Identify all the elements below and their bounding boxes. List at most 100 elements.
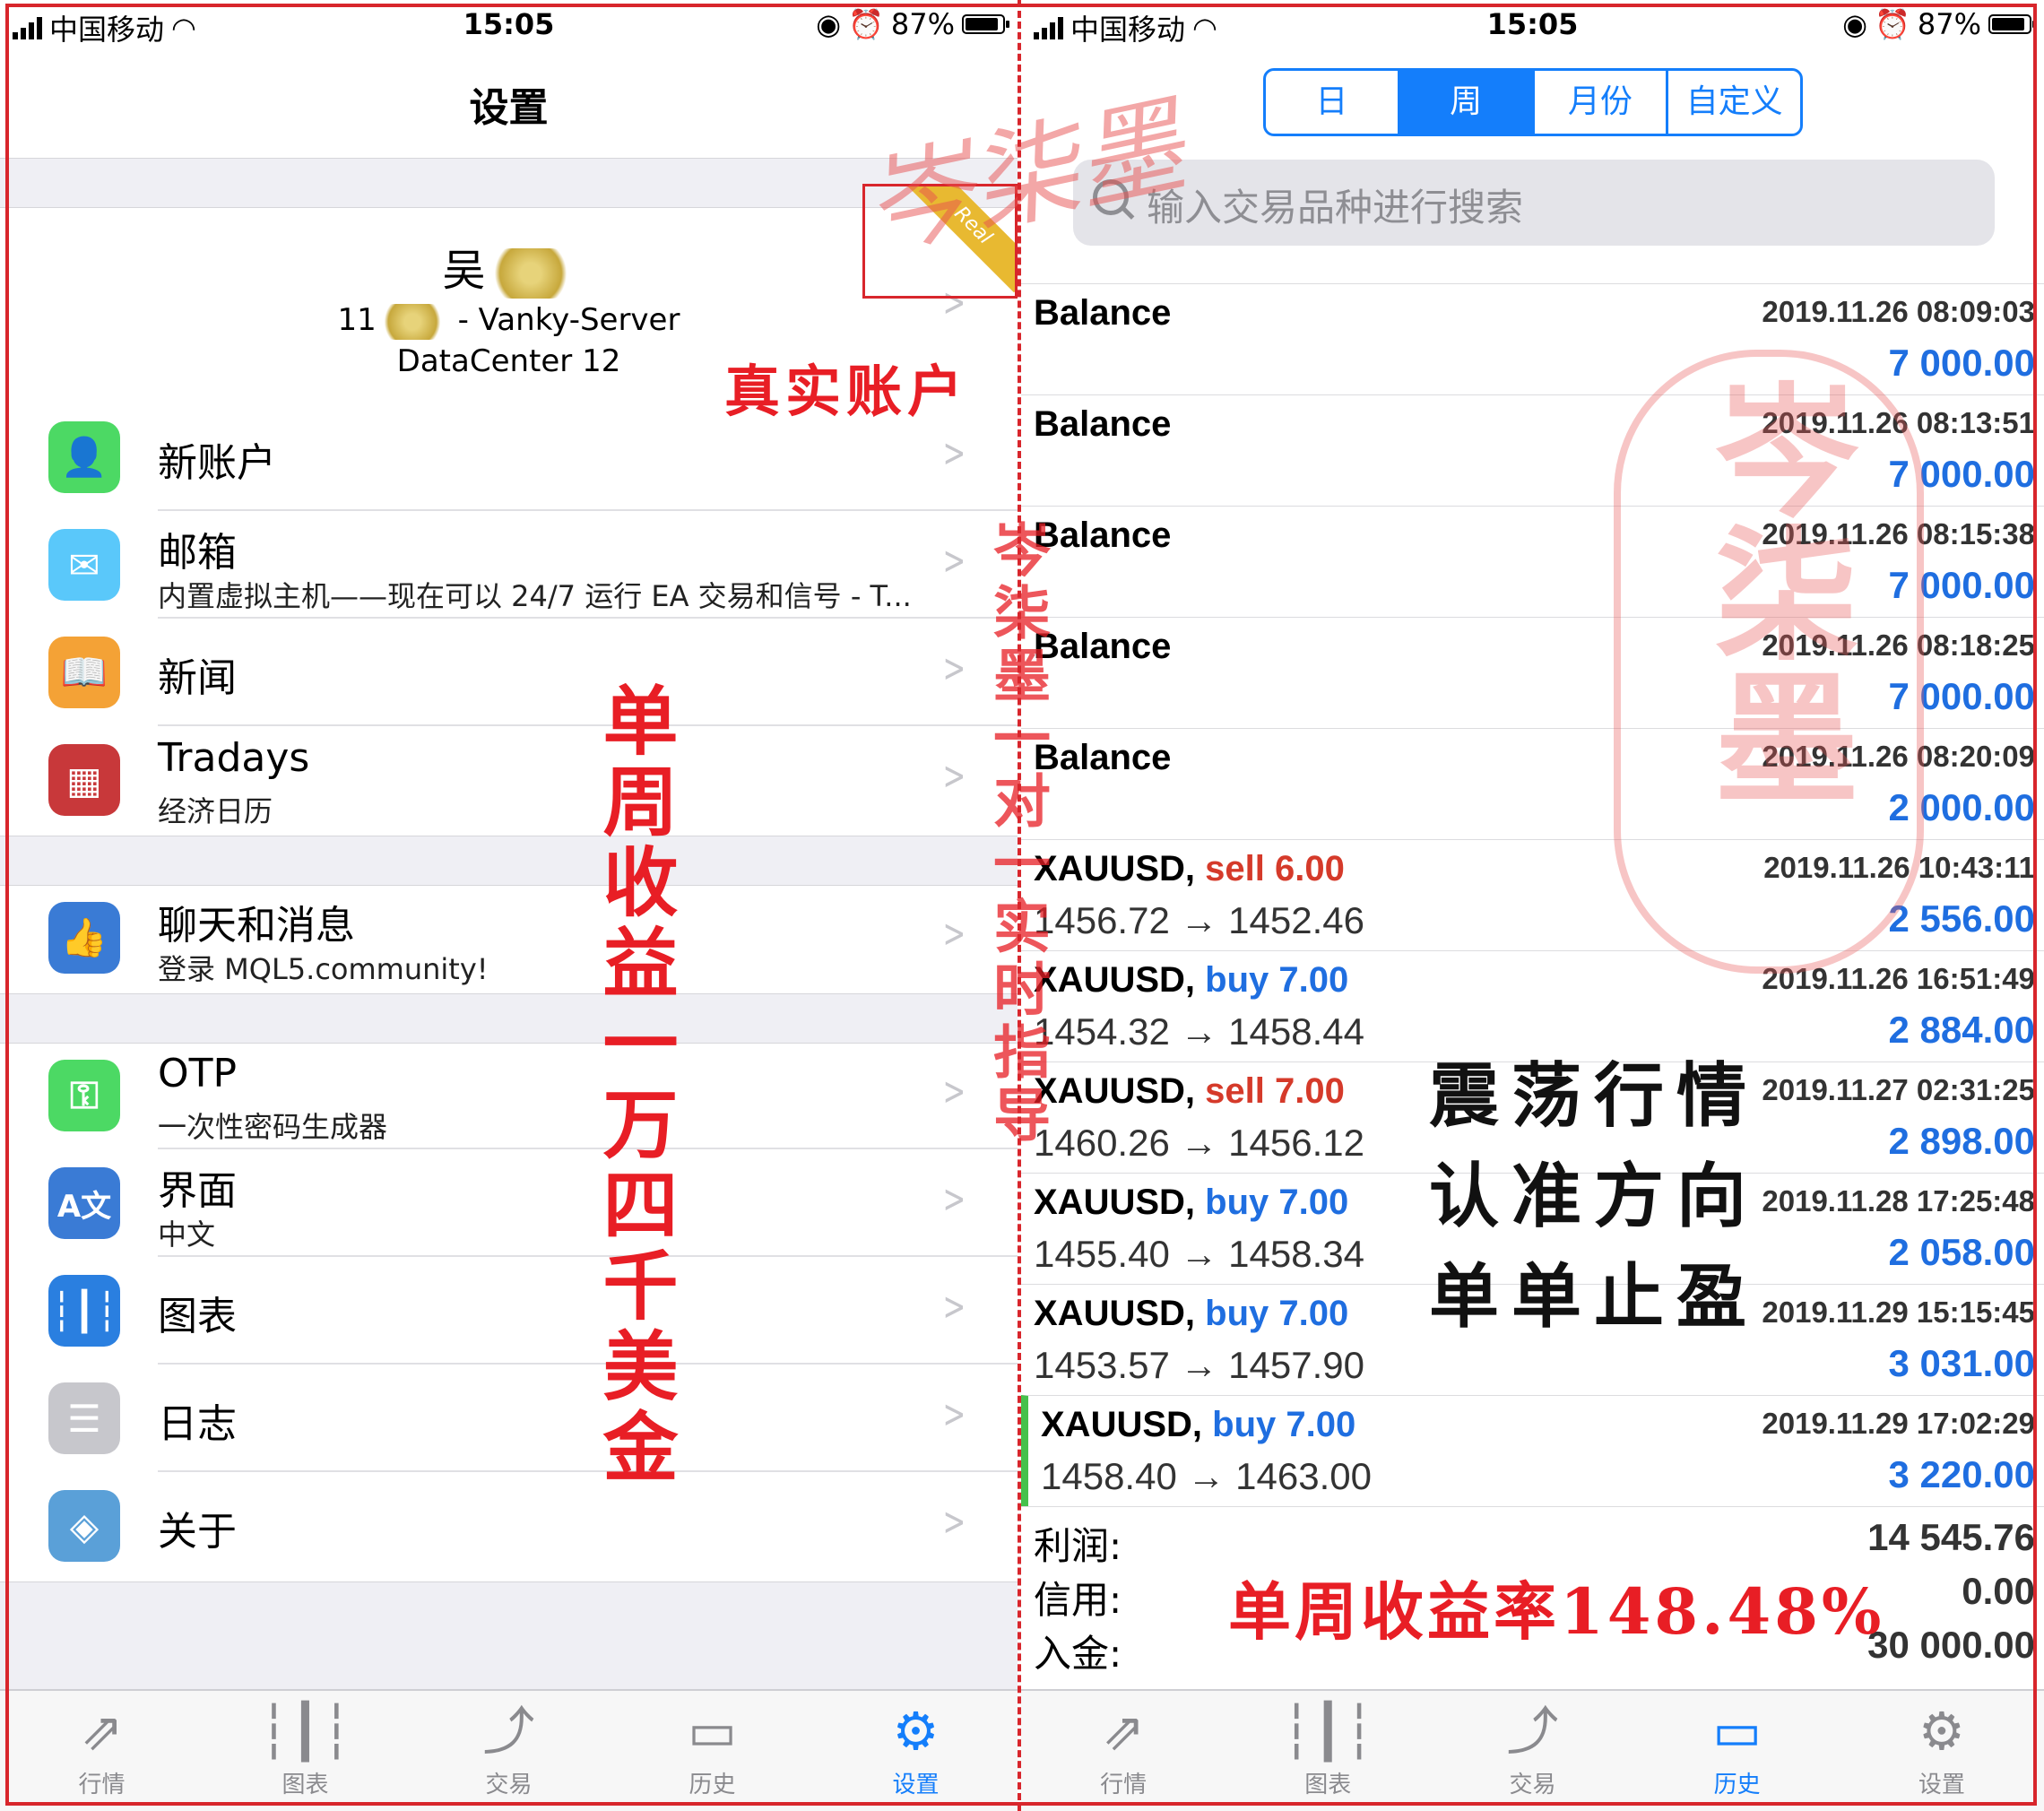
calendar-icon: ▦ xyxy=(48,744,120,816)
annotation-market-1: 震荡行情 xyxy=(1429,1055,1760,1137)
deal-volume: 7.00 xyxy=(1286,1405,1356,1444)
period-month[interactable]: 月份 xyxy=(1535,71,1669,134)
account-server: - Vanky-Server xyxy=(457,302,680,338)
deal-side: buy xyxy=(1205,960,1269,1000)
tab-history[interactable]: ▭ 历史 xyxy=(611,1691,814,1811)
account-number-prefix: 11 xyxy=(337,302,377,338)
deal-prices: 1460.26 → 1456.12 xyxy=(1034,1122,1364,1164)
deal-amount: 2 898.00 xyxy=(1888,1120,2036,1162)
row-title: Tradays xyxy=(158,735,310,781)
deal-symbol: Balance xyxy=(1034,293,1172,333)
settings-row-chat[interactable]: 👍 聊天和消息 登录 MQL5.community! > xyxy=(0,884,1018,992)
chevron-right-icon: > xyxy=(942,753,966,799)
quotes-icon: ⇗ xyxy=(80,1701,124,1762)
deal-amount: 3 031.00 xyxy=(1888,1342,2036,1384)
inbox-icon: ▭ xyxy=(1712,1701,1763,1762)
annotation-market-2: 认准方向 xyxy=(1429,1156,1760,1237)
section-gap xyxy=(0,836,1018,886)
deal-title: Balance xyxy=(1034,738,1171,778)
deal-amount: 2 884.00 xyxy=(1888,1009,2036,1051)
deal-prices: 1455.40 → 1458.34 xyxy=(1034,1233,1364,1275)
deal-amount: 7 000.00 xyxy=(1888,342,2036,384)
deal-row[interactable]: Balance 2019.11.26 08:09:03 7 000.00 xyxy=(1021,283,2044,394)
annotation-mentor: 岑柒墨一对一实时指导 xyxy=(983,520,1051,1148)
chevron-right-icon: > xyxy=(942,1499,966,1545)
annotation-market-3: 单单止盈 xyxy=(1429,1256,1760,1338)
deal-title: Balance xyxy=(1034,627,1171,667)
deal-title: XAUUSD, buy 7.00 xyxy=(1034,960,1348,1001)
chevron-right-icon: > xyxy=(942,646,966,691)
period-day[interactable]: 日 xyxy=(1266,71,1400,134)
tab-quotes[interactable]: ⇗ 行情 xyxy=(0,1691,204,1811)
section-gap xyxy=(0,993,1018,1044)
chevron-right-icon: > xyxy=(942,1284,966,1330)
settings-row-news[interactable]: 📖 新闻 > xyxy=(0,619,1018,726)
settings-row-charts[interactable]: ┆┃┆ 图表 > xyxy=(0,1257,1018,1365)
tab-charts[interactable]: ┆┃┆ 图表 xyxy=(204,1691,407,1811)
mail-icon: ✉ xyxy=(48,529,120,601)
settings-row-journal[interactable]: ☰ 日志 > xyxy=(0,1365,1018,1472)
deal-row[interactable]: XAUUSD, buy 7.00 1458.40 → 1463.00 2019.11… xyxy=(1021,1395,2044,1506)
tab-history[interactable]: ▭ 历史 xyxy=(1635,1691,1840,1811)
deal-volume: 7.00 xyxy=(1278,960,1349,1000)
add-user-icon: 👤 xyxy=(48,421,120,493)
chevron-right-icon: > xyxy=(942,1176,966,1222)
lock-rotation-icon: ◉ xyxy=(1842,7,1868,41)
deal-prices: 1456.72 → 1452.46 xyxy=(1034,899,1364,941)
deal-symbol: Balance xyxy=(1034,738,1172,777)
chart-icon: ┆┃┆ xyxy=(258,1701,352,1762)
deal-time: 2019.11.29 17:02:29 xyxy=(1762,1407,2035,1440)
period-selector: 日 周 月份 自定义 xyxy=(1263,68,1803,136)
settings-row-tradays[interactable]: ▦ Tradays 经济日历 > xyxy=(0,726,1018,834)
deal-time: 2019.11.29 15:15:45 xyxy=(1762,1295,2035,1329)
period-week[interactable]: 周 xyxy=(1399,71,1535,134)
tab-bar: ⇗ 行情 ┆┃┆ 图表 ⤴ 交易 ▭ 历史 ⚙ 设置 xyxy=(1021,1689,2044,1811)
inbox-icon: ▭ xyxy=(688,1701,737,1762)
deal-time: 2019.11.26 08:09:03 xyxy=(1762,295,2035,328)
deal-side: sell xyxy=(1205,1071,1265,1111)
deal-volume: 7.00 xyxy=(1278,1294,1349,1333)
quotes-icon: ⇗ xyxy=(1101,1701,1146,1762)
settings-row-about[interactable]: ◈ 关于 > xyxy=(0,1472,1018,1580)
lock-rotation-icon: ◉ xyxy=(816,7,842,41)
battery-icon xyxy=(1988,14,2036,34)
tab-settings[interactable]: ⚙ 设置 xyxy=(1840,1691,2044,1811)
panel-divider xyxy=(1018,0,1021,1811)
row-title: 新闻 xyxy=(158,655,237,701)
tab-settings[interactable]: ⚙ 设置 xyxy=(814,1691,1018,1811)
settings-row-mailbox[interactable]: ✉ 邮箱 内置虚拟主机——现在可以 24/7 运行 EA 交易和信号 - T..… xyxy=(0,511,1018,619)
deal-title: XAUUSD, buy 7.00 xyxy=(1034,1294,1348,1334)
chevron-right-icon: > xyxy=(942,538,966,584)
deal-title: XAUUSD, sell 7.00 xyxy=(1034,1071,1345,1112)
tab-quotes[interactable]: ⇗ 行情 xyxy=(1021,1691,1226,1811)
deal-amount: 2 556.00 xyxy=(1888,897,2036,940)
row-title: 新账户 xyxy=(158,440,276,486)
row-title: 界面 xyxy=(158,1168,237,1214)
deal-prices: 1458.40 → 1463.00 xyxy=(1041,1455,1372,1497)
symbol-search-input[interactable]: 输入交易品种进行搜索 xyxy=(1073,160,1995,246)
settings-row-interface[interactable]: A文 界面 中文 > xyxy=(0,1149,1018,1257)
deal-symbol: Balance xyxy=(1034,627,1172,666)
deal-time: 2019.11.28 17:25:48 xyxy=(1762,1184,2035,1217)
status-bar: 中国移动 ◠ 15:05 ◉ ⏰ 87% xyxy=(1021,0,2044,50)
deal-title: Balance xyxy=(1034,404,1171,445)
tab-trade[interactable]: ⤴ 交易 xyxy=(1430,1691,1634,1811)
row-title: 聊天和消息 xyxy=(158,903,355,949)
annotation-weekly-profit: 单周收益一万四千美金 xyxy=(591,681,680,1488)
period-custom[interactable]: 自定义 xyxy=(1668,71,1800,134)
tab-trade[interactable]: ⤴ 交易 xyxy=(407,1691,611,1811)
settings-row-otp[interactable]: ⚿ OTP 一次性密码生成器 > xyxy=(0,1042,1018,1149)
deal-volume: 7.00 xyxy=(1278,1183,1349,1222)
annotation-real-account: 真实账户 xyxy=(724,359,969,424)
row-title: 图表 xyxy=(158,1294,237,1339)
key-icon: ⚿ xyxy=(48,1060,120,1131)
deal-symbol: Balance xyxy=(1034,516,1172,555)
deal-title: Balance xyxy=(1034,293,1171,334)
row-title: 日志 xyxy=(158,1401,237,1447)
tab-charts[interactable]: ┆┃┆ 图表 xyxy=(1226,1691,1430,1811)
row-title: OTP xyxy=(158,1051,238,1096)
row-subtitle: 内置虚拟主机——现在可以 24/7 运行 EA 交易和信号 - T... xyxy=(158,579,912,613)
settings-screen: 中国移动 ◠ 15:05 ◉ ⏰ 87% 设置 吴 11 - Vanky-Server… xyxy=(0,0,1018,1811)
chevron-right-icon: > xyxy=(942,1391,966,1437)
battery-percent: 87% xyxy=(1917,7,1981,41)
